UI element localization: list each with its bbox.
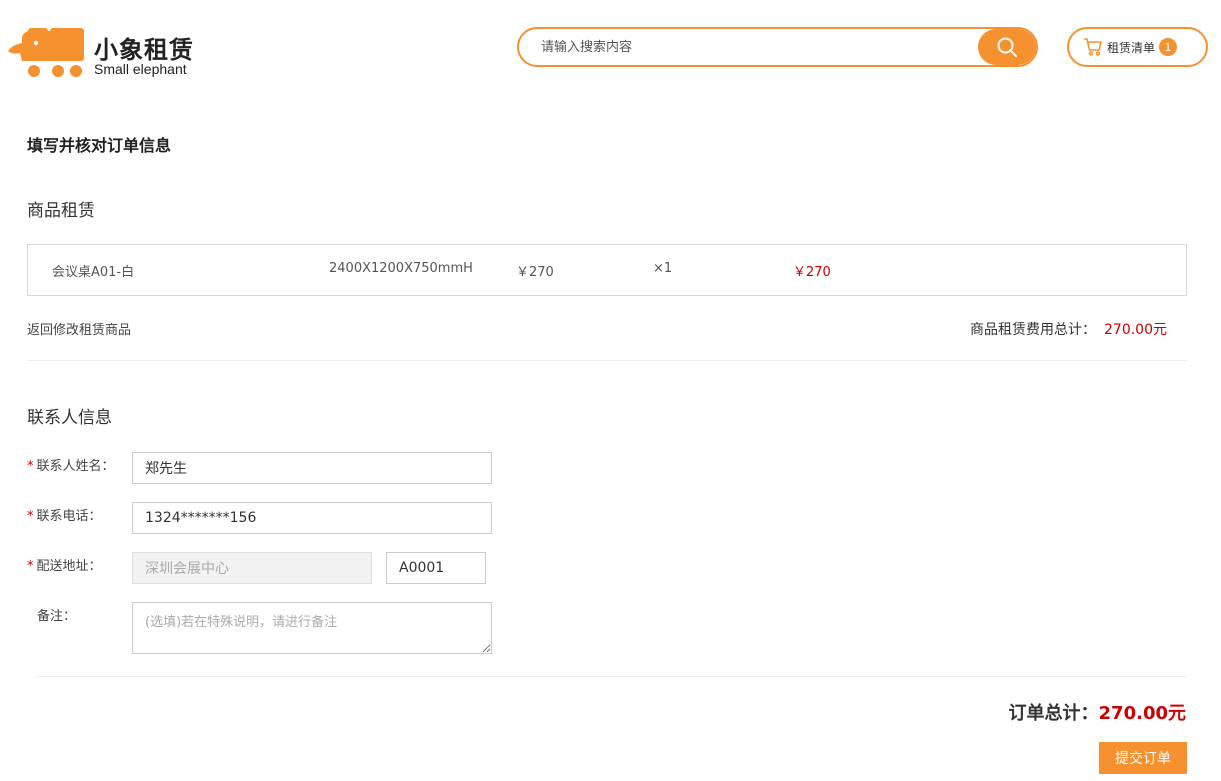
products-section-title: 商品租赁 <box>27 201 95 221</box>
delivery-address-label: * 配送地址： <box>27 559 102 574</box>
rent-total-value: 270.00元 <box>1104 322 1167 338</box>
required-mark: * <box>27 559 34 574</box>
elephant-logo-icon <box>8 28 84 77</box>
product-unit-price: ￥270 <box>516 265 554 280</box>
order-total-value: 270.00元 <box>1098 703 1186 724</box>
search-bar <box>517 27 1038 67</box>
remark-label: 备注： <box>37 609 77 624</box>
required-mark: * <box>27 459 34 474</box>
cart-button[interactable]: 租赁清单 1 <box>1067 27 1208 67</box>
required-mark: * <box>27 509 34 524</box>
delivery-address-input <box>132 552 372 584</box>
search-icon <box>997 37 1017 57</box>
product-spec: 2400X1200X750mmH <box>329 261 473 276</box>
brand-name-cn: 小象租赁 <box>94 36 194 64</box>
remark-textarea[interactable] <box>132 602 492 654</box>
product-quantity: ×1 <box>653 261 673 276</box>
section-divider <box>35 676 1187 677</box>
back-to-edit-link[interactable]: 返回修改租赁商品 <box>27 319 131 338</box>
contact-phone-input[interactable] <box>132 502 492 534</box>
rent-total: 商品租赁费用总计： 270.00元 <box>970 319 1167 339</box>
search-input[interactable] <box>519 29 979 65</box>
rent-total-label: 商品租赁费用总计： <box>970 322 1096 338</box>
submit-order-button[interactable]: 提交订单 <box>1099 742 1187 774</box>
contact-name-label: * 联系人姓名： <box>27 459 115 474</box>
brand-name-en: Small elephant <box>94 61 187 77</box>
product-name: 会议桌A01-白 <box>52 265 135 280</box>
page-title: 填写并核对订单信息 <box>27 136 172 155</box>
contact-section-title: 联系人信息 <box>27 408 112 428</box>
brand-logo[interactable]: 小象租赁 Small elephant <box>6 27 206 81</box>
cart-icon <box>1084 38 1102 56</box>
contact-name-input[interactable] <box>132 452 492 484</box>
product-subtotal: ￥270 <box>793 265 831 280</box>
order-total-label: 订单总计： <box>1008 703 1099 724</box>
order-total: 订单总计：270.00元 <box>1009 699 1186 725</box>
booth-number-input[interactable] <box>386 552 486 584</box>
search-button[interactable] <box>978 29 1036 65</box>
cart-count-badge: 1 <box>1159 38 1178 56</box>
section-divider <box>27 360 1187 361</box>
cart-label: 租赁清单 <box>1107 40 1156 55</box>
product-row: 会议桌A01-白 2400X1200X750mmH ￥270 ×1 ￥270 <box>27 244 1187 296</box>
contact-phone-label: * 联系电话： <box>27 509 102 524</box>
